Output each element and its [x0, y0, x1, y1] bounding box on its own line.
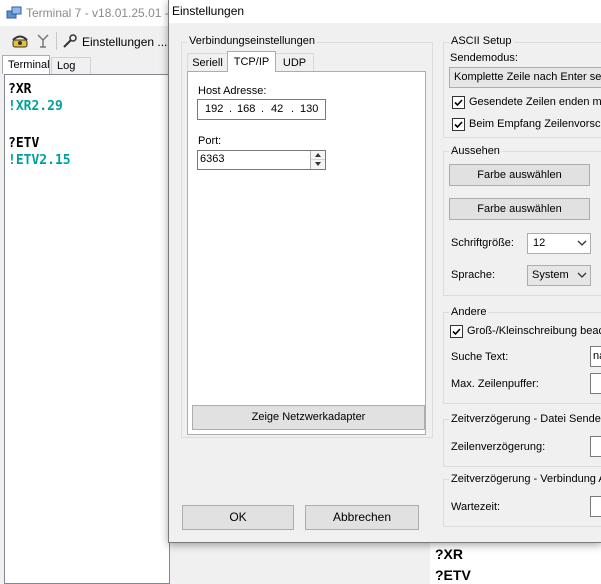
wrench-icon [61, 32, 81, 52]
port-up-button[interactable] [310, 151, 325, 160]
terminal-line: !ETV2.15 [8, 153, 71, 168]
send-mode-label: Sendemodus: [450, 52, 518, 64]
line-delay-input[interactable] [590, 436, 601, 457]
tab-terminal[interactable]: Terminal [2, 55, 50, 74]
tab-log[interactable]: Log [51, 57, 91, 74]
history-line: ?ETV [435, 567, 471, 583]
case-sensitive-label: Groß-/Kleinschreibung beach [467, 325, 601, 337]
phone-connect-icon[interactable] [10, 31, 30, 51]
search-text-input[interactable]: na [590, 346, 601, 367]
tcpip-tab-page [187, 71, 426, 435]
wait-time-input[interactable] [590, 496, 601, 517]
file-send-delay-label: Zeitverzögerung - Datei Senden [449, 413, 601, 425]
appearance-label: Aussehen [449, 145, 502, 157]
settings-toolbar-button[interactable]: Einstellungen ... [82, 35, 167, 49]
line-delay-label: Zeilenverzögerung: [451, 441, 546, 453]
receive-linefeed-label: Beim Empfang Zeilenvorsch [469, 118, 601, 130]
host-address-label: Host Adresse: [198, 85, 267, 97]
background-window-title: Terminal 7 - v18.01.25.01 - [26, 6, 169, 20]
ip-octet-1: 192 [205, 103, 224, 115]
color-select-button-2[interactable]: Farbe auswählen [449, 198, 590, 220]
case-sensitive-checkbox[interactable] [450, 325, 463, 338]
ip-octet-3: 42 [271, 103, 284, 115]
port-value: 6363 [200, 153, 225, 165]
ip-octet-4: 130 [300, 103, 319, 115]
terminal-line: ?ETV [8, 136, 40, 151]
send-mode-select[interactable]: Komplette Zeile nach Enter sen [449, 67, 601, 88]
app-icon [6, 5, 22, 21]
tab-udp[interactable]: UDP [275, 53, 314, 72]
disconnect-icon[interactable] [33, 31, 53, 51]
lines-end-checkbox[interactable] [452, 96, 465, 109]
line-buffer-input[interactable] [590, 373, 601, 394]
language-label: Sprache: [451, 269, 496, 281]
ip-dot: . [261, 103, 265, 115]
color-select-button-1[interactable]: Farbe auswählen [449, 164, 590, 186]
cancel-button[interactable]: Abbrechen [305, 505, 419, 530]
receive-linefeed-checkbox[interactable] [452, 118, 465, 131]
search-text-label: Suche Text: [451, 351, 509, 363]
chevron-down-icon [577, 271, 587, 279]
connection-settings-label: Verbindungseinstellungen [187, 35, 317, 47]
port-label: Port: [198, 135, 222, 147]
chevron-down-icon [577, 239, 587, 247]
tab-tcpip[interactable]: TCP/IP [227, 51, 276, 72]
toolbar-separator [56, 32, 57, 50]
wait-time-label: Wartezeit: [451, 501, 501, 513]
other-label: Andere [449, 306, 489, 318]
ip-octet-2: 168 [237, 103, 256, 115]
font-size-value: 12 [533, 237, 546, 249]
lines-end-label: Gesendete Zeilen enden mit [469, 96, 601, 108]
port-down-button[interactable] [310, 160, 325, 169]
show-network-adapters-button[interactable]: Zeige Netzwerkadapter [192, 405, 425, 430]
ok-button[interactable]: OK [182, 505, 294, 530]
terminal-line: !XR2.29 [8, 99, 63, 114]
terminal-line: ?XR [8, 82, 32, 97]
font-size-label: Schriftgröße: [451, 237, 514, 249]
ip-dot: . [291, 103, 295, 115]
language-value: System [532, 269, 569, 281]
dialog-title: Einstellungen [172, 4, 245, 18]
connection-delay-label: Zeitverzögerung - Verbindung A [449, 473, 601, 485]
line-buffer-label: Max. Zeilenpuffer: [451, 378, 539, 390]
ascii-setup-label: ASCII Setup [449, 35, 514, 47]
history-line: ?XR [435, 546, 463, 562]
tab-serial[interactable]: Seriell [187, 53, 228, 72]
ip-dot: . [229, 103, 233, 115]
